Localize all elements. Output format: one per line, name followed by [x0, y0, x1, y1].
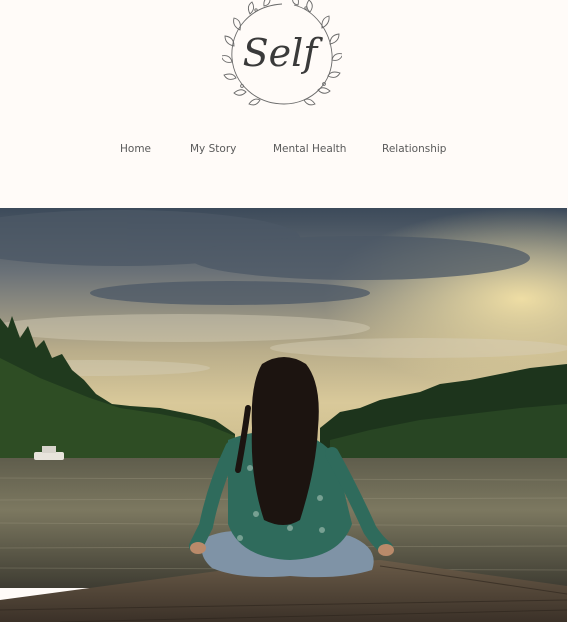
logo-wordmark: Self	[243, 31, 324, 75]
nav-my-story[interactable]: My Story	[190, 143, 236, 155]
nav-home[interactable]: Home	[120, 143, 151, 155]
site-header: Self Home My Story Mental Health Relatio…	[0, 0, 568, 208]
laurel-wreath-logo-icon: Self	[222, 0, 342, 106]
nav-relationship[interactable]: Relationship	[382, 143, 446, 155]
site-logo[interactable]: Self	[222, 0, 342, 110]
meditation-photo-illustration	[0, 208, 567, 622]
nav-mental-health[interactable]: Mental Health	[273, 143, 346, 155]
hero-image	[0, 208, 567, 622]
main-navigation: Home My Story Mental Health Relationship	[0, 143, 568, 159]
